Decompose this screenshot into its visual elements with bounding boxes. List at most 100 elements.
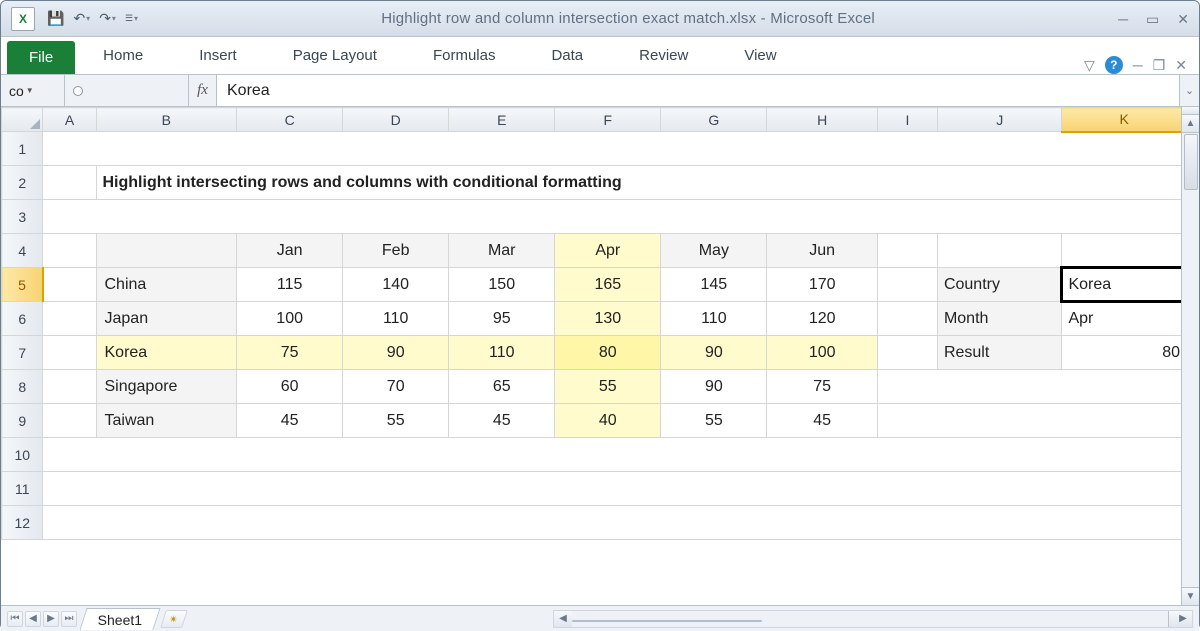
month-header[interactable]: Jan [237,234,343,268]
data-cell[interactable]: 55 [343,404,449,438]
data-cell[interactable]: 75 [767,370,878,404]
tab-home[interactable]: Home [75,39,171,74]
first-sheet-icon[interactable]: ⏮ [7,611,23,627]
vertical-scrollbar[interactable]: ▲ ▼ [1181,107,1199,605]
cell[interactable] [43,438,1181,472]
data-cell[interactable]: 140 [343,268,449,302]
close-icon[interactable]: ✕ [1177,12,1189,26]
data-cell[interactable]: 170 [767,268,878,302]
cell[interactable] [43,234,96,268]
month-header[interactable]: Jun [767,234,878,268]
scroll-thumb[interactable] [1184,134,1198,190]
country-header[interactable]: Taiwan [96,404,237,438]
redo-icon[interactable]: ↷▾ [99,10,116,27]
data-cell-highlight[interactable]: 130 [555,302,661,336]
workbook-restore-icon[interactable]: ❐ [1153,57,1166,74]
split-handle[interactable] [1182,107,1199,115]
scroll-right-icon[interactable]: ▶ [1174,611,1192,627]
maximize-icon[interactable]: ▭ [1146,12,1159,26]
lookup-country-value[interactable]: Korea [1062,268,1181,302]
data-cell-intersection[interactable]: 80 [555,336,661,370]
lookup-result-value[interactable]: 80 [1062,336,1181,370]
lookup-label-result[interactable]: Result [937,336,1061,370]
data-cell[interactable]: 95 [449,302,555,336]
tab-view[interactable]: View [716,39,804,74]
save-icon[interactable]: 💾 [47,10,64,27]
name-box-resize[interactable] [65,75,189,106]
cell[interactable] [43,506,1181,540]
cell[interactable] [937,234,1061,268]
cell[interactable] [878,268,938,302]
cell[interactable] [43,370,96,404]
qat-customize-icon[interactable]: ☰▾ [125,13,138,24]
tab-formulas[interactable]: Formulas [405,39,524,74]
data-cell-highlight[interactable]: 40 [555,404,661,438]
data-cell-highlight[interactable]: 55 [555,370,661,404]
country-header[interactable]: China [96,268,237,302]
cell[interactable] [43,404,96,438]
data-cell[interactable]: 100 [237,302,343,336]
row-header[interactable]: 10 [2,438,43,472]
scroll-thumb[interactable] [572,620,762,622]
table-corner[interactable] [96,234,237,268]
cell[interactable] [1062,234,1181,268]
data-cell[interactable]: 70 [343,370,449,404]
col-header[interactable]: I [878,108,938,132]
row-header[interactable]: 3 [2,200,43,234]
data-cell[interactable]: 90 [661,370,767,404]
row-header[interactable]: 2 [2,166,43,200]
scroll-down-icon[interactable]: ▼ [1182,587,1199,605]
row-header[interactable]: 9 [2,404,43,438]
select-all-corner[interactable] [2,108,43,132]
cell[interactable] [878,336,938,370]
help-icon[interactable]: ? [1105,56,1123,74]
data-cell-highlight[interactable]: 110 [449,336,555,370]
data-cell[interactable]: 60 [237,370,343,404]
month-header-highlight[interactable]: Apr [555,234,661,268]
col-header[interactable]: G [661,108,767,132]
last-sheet-icon[interactable]: ⏭ [61,611,77,627]
data-cell-highlight[interactable]: 75 [237,336,343,370]
cell[interactable] [43,132,1181,166]
scroll-left-icon[interactable]: ◀ [554,611,572,627]
data-cell-highlight[interactable]: 90 [661,336,767,370]
country-header-highlight[interactable]: Korea [96,336,237,370]
minimize-icon[interactable]: ─ [1118,12,1128,26]
name-box[interactable]: co▼ [1,75,65,106]
next-sheet-icon[interactable]: ▶ [43,611,59,627]
col-header[interactable]: B [96,108,237,132]
lookup-label-month[interactable]: Month [937,302,1061,336]
cell[interactable] [43,268,96,302]
row-header[interactable]: 8 [2,370,43,404]
formula-expand-icon[interactable]: ⌄ [1179,75,1199,106]
row-header[interactable]: 6 [2,302,43,336]
lookup-month-value[interactable]: Apr [1062,302,1181,336]
formula-input[interactable]: Korea [217,75,1179,106]
title-cell[interactable]: Highlight intersecting rows and columns … [96,166,1181,200]
row-header[interactable]: 4 [2,234,43,268]
col-header[interactable]: D [343,108,449,132]
lookup-label-country[interactable]: Country [937,268,1061,302]
row-header[interactable]: 11 [2,472,43,506]
tab-data[interactable]: Data [523,39,611,74]
tab-page-layout[interactable]: Page Layout [265,39,405,74]
cell[interactable] [878,302,938,336]
data-cell[interactable]: 145 [661,268,767,302]
row-header[interactable]: 1 [2,132,43,166]
data-cell[interactable]: 45 [449,404,555,438]
data-cell[interactable]: 115 [237,268,343,302]
col-header[interactable]: A [43,108,96,132]
cell[interactable] [878,370,1181,404]
sheet-tab[interactable]: Sheet1 [79,608,161,630]
col-header[interactable]: F [555,108,661,132]
data-cell-highlight[interactable]: 90 [343,336,449,370]
horizontal-scrollbar[interactable]: ◀ ▶ [553,610,1193,628]
workbook-minimize-icon[interactable]: ─ [1133,57,1143,73]
cell[interactable] [43,302,96,336]
col-header[interactable]: C [237,108,343,132]
row-header[interactable]: 7 [2,336,43,370]
data-cell[interactable]: 55 [661,404,767,438]
workbook-close-icon[interactable]: ✕ [1175,57,1187,74]
month-header[interactable]: May [661,234,767,268]
tab-insert[interactable]: Insert [171,39,265,74]
